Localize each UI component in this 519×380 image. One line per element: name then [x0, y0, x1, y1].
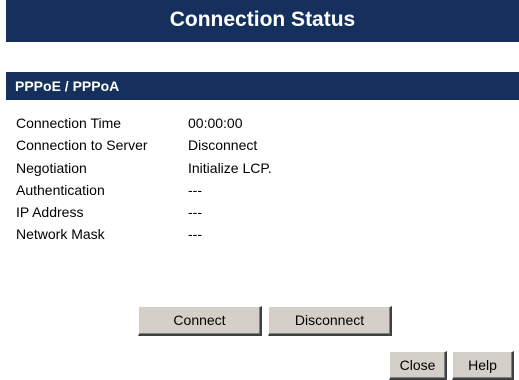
status-value: ---	[188, 204, 202, 221]
status-row-ip-address: IP Address ---	[16, 201, 272, 223]
status-label: IP Address	[16, 204, 84, 221]
section-header-pppoe: PPPoE / PPPoA	[6, 72, 519, 100]
page-title: Connection Status	[6, 0, 519, 42]
status-row-authentication: Authentication ---	[16, 179, 272, 201]
connect-button[interactable]: Connect	[138, 306, 262, 336]
status-row-negotiation: Negotiation Initialize LCP.	[16, 157, 272, 179]
status-row-connection-time: Connection Time 00:00:00	[16, 112, 272, 134]
help-button[interactable]: Help	[452, 351, 514, 380]
status-value: 00:00:00	[188, 115, 243, 131]
status-label: Connection Time	[16, 115, 122, 131]
status-label: Connection to Server	[16, 137, 148, 154]
status-label: Network Mask	[16, 226, 105, 243]
connection-status-table: Connection Time 00:00:00 Connection to Se…	[16, 112, 272, 246]
status-value: Disconnect	[188, 137, 258, 154]
status-row-connection-to-server: Connection to Server Disconnect	[16, 134, 272, 156]
status-label: Negotiation	[16, 159, 87, 176]
status-value: ---	[188, 226, 202, 243]
status-row-network-mask: Network Mask ---	[16, 223, 272, 245]
disconnect-button[interactable]: Disconnect	[268, 306, 392, 336]
status-value: ---	[188, 181, 202, 198]
status-value: Initialize LCP.	[188, 159, 272, 176]
close-button[interactable]: Close	[389, 351, 447, 380]
status-label: Authentication	[16, 181, 105, 198]
